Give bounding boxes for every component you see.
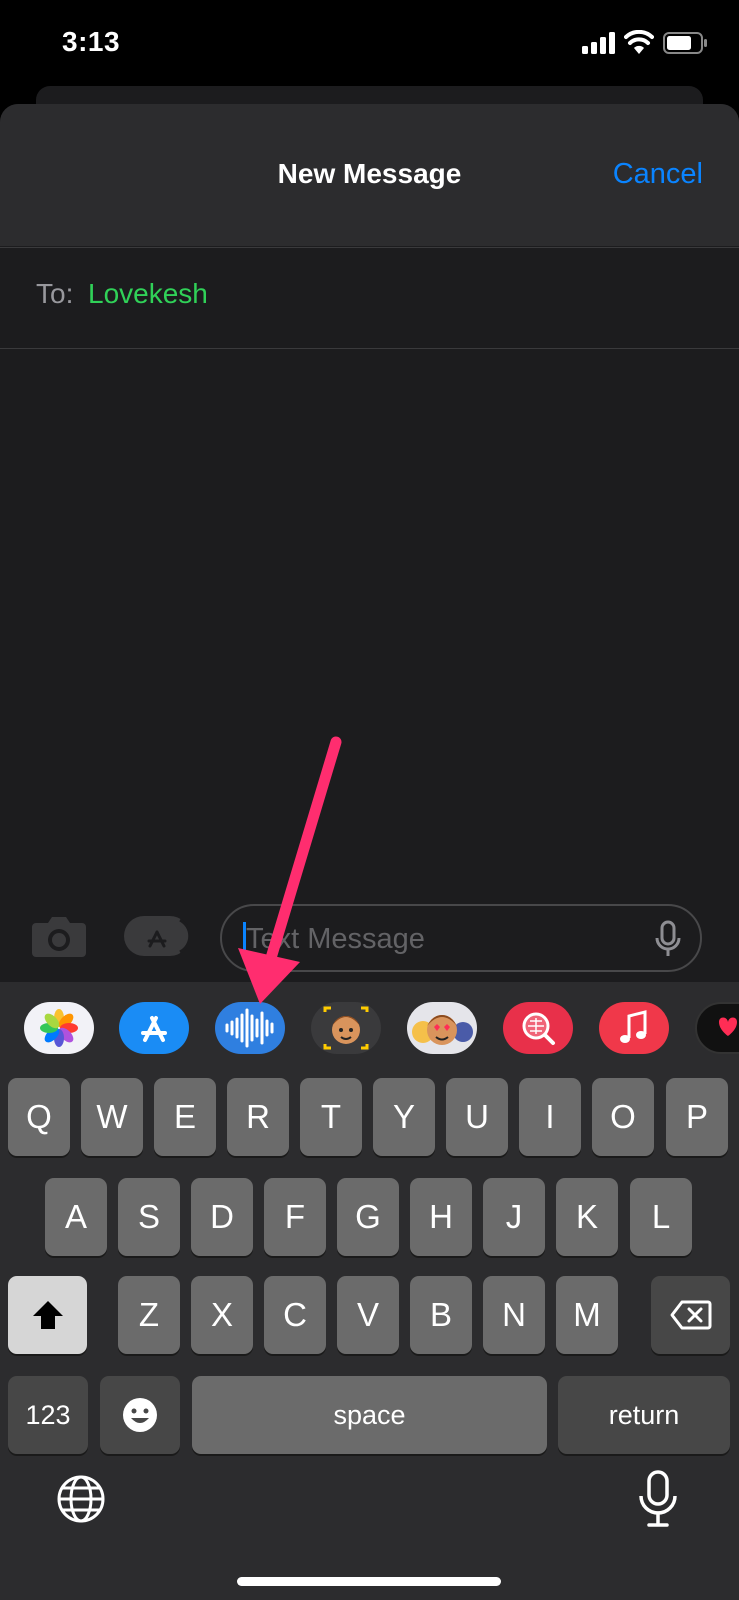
to-field[interactable]: To: Lovekesh [0, 247, 739, 349]
app-store-icon [147, 918, 192, 954]
key-k[interactable]: K [556, 1178, 618, 1256]
key-n[interactable]: N [483, 1276, 545, 1354]
emoji-icon [123, 1398, 157, 1432]
key-t[interactable]: T [300, 1078, 362, 1156]
key-z[interactable]: Z [118, 1276, 180, 1354]
dictation-icon[interactable] [638, 1470, 678, 1528]
space-key[interactable]: space [192, 1376, 547, 1454]
backspace-icon [670, 1300, 711, 1330]
dictation-mic-icon[interactable] [654, 920, 682, 958]
numbers-key-label: 123 [25, 1399, 71, 1430]
shift-icon [32, 1301, 63, 1329]
cancel-button[interactable]: Cancel [613, 158, 703, 191]
numbers-key[interactable]: 123 [8, 1376, 88, 1454]
key-m[interactable]: M [556, 1276, 618, 1354]
key-e[interactable]: E [154, 1078, 216, 1156]
return-key[interactable]: return [558, 1376, 730, 1454]
memoji-app-icon[interactable] [311, 1002, 381, 1054]
to-label: To: [36, 278, 74, 309]
return-key-label: return [608, 1399, 680, 1430]
battery-icon [663, 32, 707, 54]
status-time: 3:13 [62, 26, 121, 57]
key-x[interactable]: X [191, 1276, 253, 1354]
key-l[interactable]: L [630, 1178, 692, 1256]
message-text-field[interactable]: Text Message [220, 904, 702, 972]
key-y[interactable]: Y [373, 1078, 435, 1156]
key-u[interactable]: U [446, 1078, 508, 1156]
key-v[interactable]: V [337, 1276, 399, 1354]
images-search-app-icon[interactable] [503, 1002, 573, 1054]
key-c[interactable]: C [264, 1276, 326, 1354]
audio-message-app-icon[interactable] [215, 1002, 285, 1054]
imessage-app-drawer [0, 982, 739, 1074]
wifi-icon [624, 30, 654, 54]
camera-icon [32, 917, 86, 957]
delete-key[interactable] [651, 1276, 730, 1354]
keyboard: Q W E R T Y U I O P A S D F G H J K L Z … [0, 1074, 739, 1600]
key-q[interactable]: Q [8, 1078, 70, 1156]
key-a[interactable]: A [45, 1178, 107, 1256]
key-r[interactable]: R [227, 1078, 289, 1156]
digital-touch-app-icon[interactable] [695, 1002, 739, 1054]
key-w[interactable]: W [81, 1078, 143, 1156]
cellular-signal-icon [582, 32, 615, 54]
key-i[interactable]: I [519, 1078, 581, 1156]
home-indicator[interactable] [237, 1577, 501, 1586]
status-bar: 3:13 [0, 0, 739, 90]
key-p[interactable]: P [666, 1078, 728, 1156]
key-o[interactable]: O [592, 1078, 654, 1156]
music-app-icon[interactable] [599, 1002, 669, 1054]
globe-icon[interactable] [56, 1474, 106, 1524]
memoji-stickers-app-icon[interactable] [407, 1002, 477, 1054]
recipient-name[interactable]: Lovekesh [88, 278, 208, 310]
space-key-label: space [333, 1399, 406, 1430]
key-b[interactable]: B [410, 1276, 472, 1354]
shift-key[interactable] [8, 1276, 87, 1354]
key-g[interactable]: G [337, 1178, 399, 1256]
photos-app-icon[interactable] [24, 1002, 94, 1054]
key-j[interactable]: J [483, 1178, 545, 1256]
camera-button[interactable] [30, 913, 88, 959]
key-f[interactable]: F [264, 1178, 326, 1256]
key-h[interactable]: H [410, 1178, 472, 1256]
sheet-header: New Message Cancel [0, 104, 739, 246]
app-store-app-icon[interactable] [119, 1002, 189, 1054]
message-placeholder: Text Message [246, 923, 425, 955]
key-d[interactable]: D [191, 1178, 253, 1256]
key-s[interactable]: S [118, 1178, 180, 1256]
emoji-key[interactable] [100, 1376, 180, 1454]
app-store-button[interactable] [124, 916, 192, 956]
